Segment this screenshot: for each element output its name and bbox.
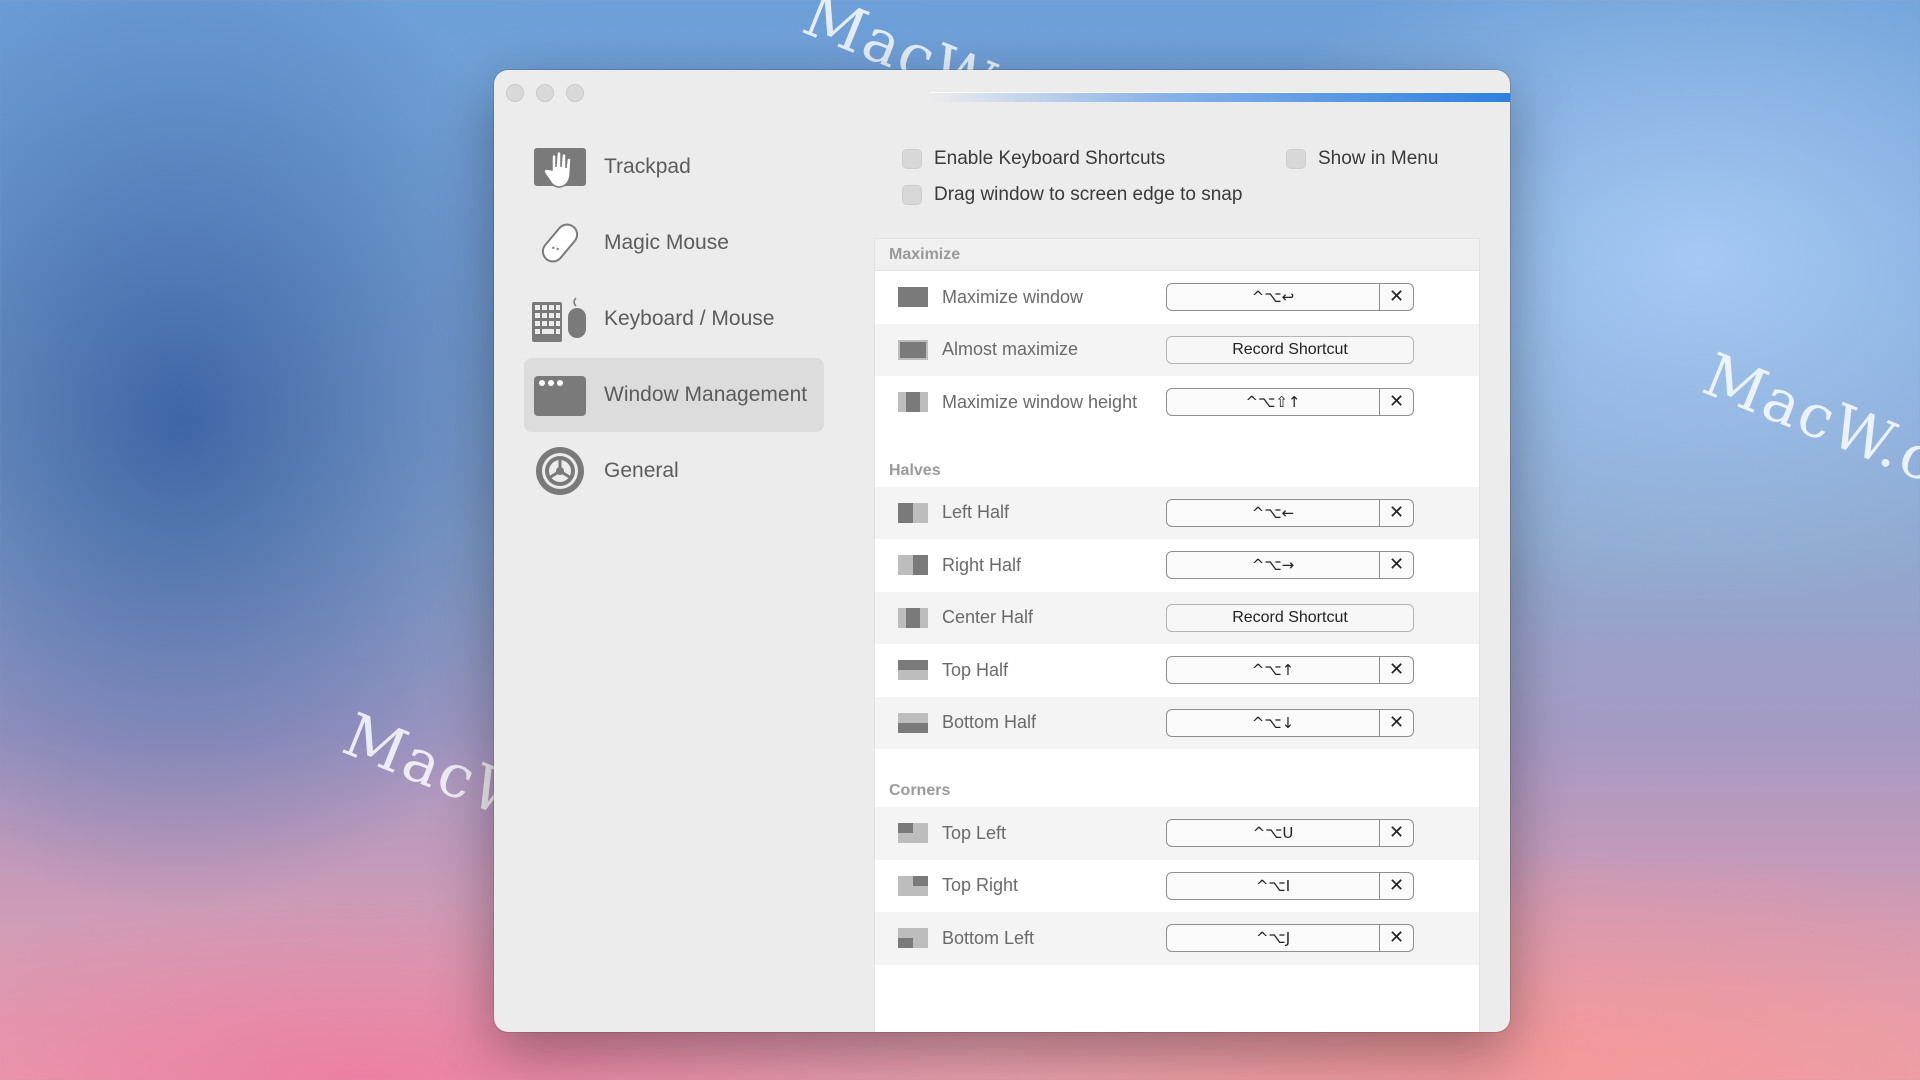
shortcut-row-maximize-height: Maximize window height ^⌥⇧↑ ✕ [875, 376, 1479, 429]
top-right-layout-icon [898, 875, 928, 896]
center-half-layout-icon [898, 607, 928, 628]
shortcut-field[interactable]: ^⌥U [1166, 819, 1380, 848]
title-bar [494, 70, 1510, 110]
shortcut-field[interactable]: ^⌥⇧↑ [1166, 388, 1380, 417]
shortcut-label: Almost maximize [942, 339, 1079, 360]
checkbox-box[interactable] [1286, 149, 1306, 169]
shortcut-field[interactable]: ^⌥↓ [1166, 708, 1380, 737]
shortcut-field[interactable]: ^⌥↩ [1166, 283, 1380, 312]
top-left-layout-icon [898, 823, 928, 844]
record-shortcut-button[interactable]: Record Shortcut [1166, 335, 1414, 364]
clear-shortcut-button[interactable]: ✕ [1380, 551, 1414, 580]
sidebar-item-label: Keyboard / Mouse [604, 307, 775, 330]
sidebar-item-label: Magic Mouse [604, 231, 729, 254]
checkbox-label: Drag window to screen edge to snap [934, 184, 1243, 205]
left-half-layout-icon [898, 502, 928, 523]
shortcut-field[interactable]: ^⌥→ [1166, 551, 1380, 580]
clear-shortcut-button[interactable]: ✕ [1380, 819, 1414, 848]
title-accent-streak [930, 92, 1510, 102]
shortcut-field[interactable]: ^⌥↑ [1166, 656, 1380, 685]
section-header-corners: Corners [889, 782, 951, 799]
top-half-layout-icon [898, 660, 928, 681]
bottom-left-layout-icon [898, 928, 928, 949]
shortcuts-list: Maximize Maximize window ^⌥↩ ✕ Almost ma… [874, 238, 1480, 1032]
drag-snap-checkbox[interactable]: Drag window to screen edge to snap [902, 184, 1242, 206]
shortcut-row-top-right: Top Right ^⌥I ✕ [875, 860, 1479, 913]
keyboard-mouse-icon [532, 297, 586, 342]
zoom-window-button[interactable] [566, 84, 584, 102]
clear-shortcut-button[interactable]: ✕ [1380, 924, 1414, 953]
preferences-window: Trackpad Magic Mouse Keyboard / Mouse Wi… [494, 70, 1510, 1032]
bottom-half-layout-icon [898, 712, 928, 733]
almost-maximize-layout-icon [898, 339, 928, 360]
shortcut-row-bottom-half: Bottom Half ^⌥↓ ✕ [875, 696, 1479, 749]
maximize-layout-icon [898, 287, 928, 308]
shortcut-field[interactable]: ^⌥← [1166, 498, 1380, 527]
shortcut-label: Right Half [942, 554, 1022, 575]
show-in-menu-checkbox[interactable]: Show in Menu [1286, 148, 1438, 170]
close-window-button[interactable] [506, 84, 524, 102]
shortcut-row-top-half: Top Half ^⌥↑ ✕ [875, 644, 1479, 697]
clear-shortcut-button[interactable]: ✕ [1380, 283, 1414, 312]
shortcut-field[interactable]: ^⌥J [1166, 924, 1380, 953]
shortcut-label: Bottom Half [942, 712, 1037, 733]
shortcut-row-top-left: Top Left ^⌥U ✕ [875, 807, 1479, 860]
section-header-halves: Halves [889, 461, 941, 479]
checkbox-label: Show in Menu [1318, 148, 1439, 169]
record-shortcut-button[interactable]: Record Shortcut [1166, 603, 1414, 632]
sidebar-item-magic-mouse[interactable]: Magic Mouse [524, 206, 824, 280]
sidebar-item-trackpad[interactable]: Trackpad [524, 130, 824, 204]
section-header-maximize: Maximize [875, 239, 1479, 271]
clear-shortcut-button[interactable]: ✕ [1380, 388, 1414, 417]
checkbox-box[interactable] [902, 185, 922, 205]
shortcut-field[interactable]: ^⌥I [1166, 871, 1380, 900]
shortcut-label: Maximize window height [942, 391, 1138, 412]
checkbox-label: Enable Keyboard Shortcuts [934, 148, 1166, 169]
right-half-layout-icon [898, 555, 928, 576]
sidebar-item-label: General [604, 459, 679, 482]
maximize-height-layout-icon [898, 392, 928, 413]
shortcut-label: Bottom Left [942, 927, 1035, 948]
watermark-text: MacW.com [1693, 340, 1920, 534]
checkbox-box[interactable] [902, 149, 922, 169]
sidebar-item-keyboard-mouse[interactable]: Keyboard / Mouse [524, 282, 824, 356]
shortcut-label: Top Left [942, 822, 1007, 843]
trackpad-hand-icon [534, 148, 586, 188]
shortcut-label: Left Half [942, 502, 1010, 523]
shortcut-label: Top Right [942, 875, 1019, 896]
shortcut-row-maximize-window: Maximize window ^⌥↩ ✕ [875, 271, 1479, 324]
sidebar-item-label: Window Management [604, 383, 808, 406]
enable-shortcuts-checkbox[interactable]: Enable Keyboard Shortcuts [902, 148, 1165, 170]
window-management-icon [534, 376, 586, 416]
sidebar-item-general[interactable]: General [524, 434, 824, 508]
magic-mouse-icon [541, 223, 579, 263]
gear-icon [536, 447, 584, 495]
clear-shortcut-button[interactable]: ✕ [1380, 871, 1414, 900]
clear-shortcut-button[interactable]: ✕ [1380, 498, 1414, 527]
shortcut-label: Top Half [942, 659, 1009, 680]
shortcut-row-right-half: Right Half ^⌥→ ✕ [875, 539, 1479, 592]
shortcut-row-almost-maximize: Almost maximize Record Shortcut [875, 323, 1479, 376]
sidebar-item-window-management[interactable]: Window Management [524, 358, 824, 432]
shortcut-row-left-half: Left Half ^⌥← ✕ [875, 486, 1479, 539]
minimize-window-button[interactable] [536, 84, 554, 102]
shortcut-row-center-half: Center Half Record Shortcut [875, 591, 1479, 644]
clear-shortcut-button[interactable]: ✕ [1380, 708, 1414, 737]
clear-shortcut-button[interactable]: ✕ [1380, 656, 1414, 685]
shortcut-row-bottom-left: Bottom Left ^⌥J ✕ [875, 912, 1479, 965]
sidebar: Trackpad Magic Mouse Keyboard / Mouse Wi… [524, 130, 824, 510]
shortcut-label: Center Half [942, 607, 1034, 628]
shortcut-label: Maximize window [942, 286, 1084, 307]
sidebar-item-label: Trackpad [604, 155, 691, 178]
